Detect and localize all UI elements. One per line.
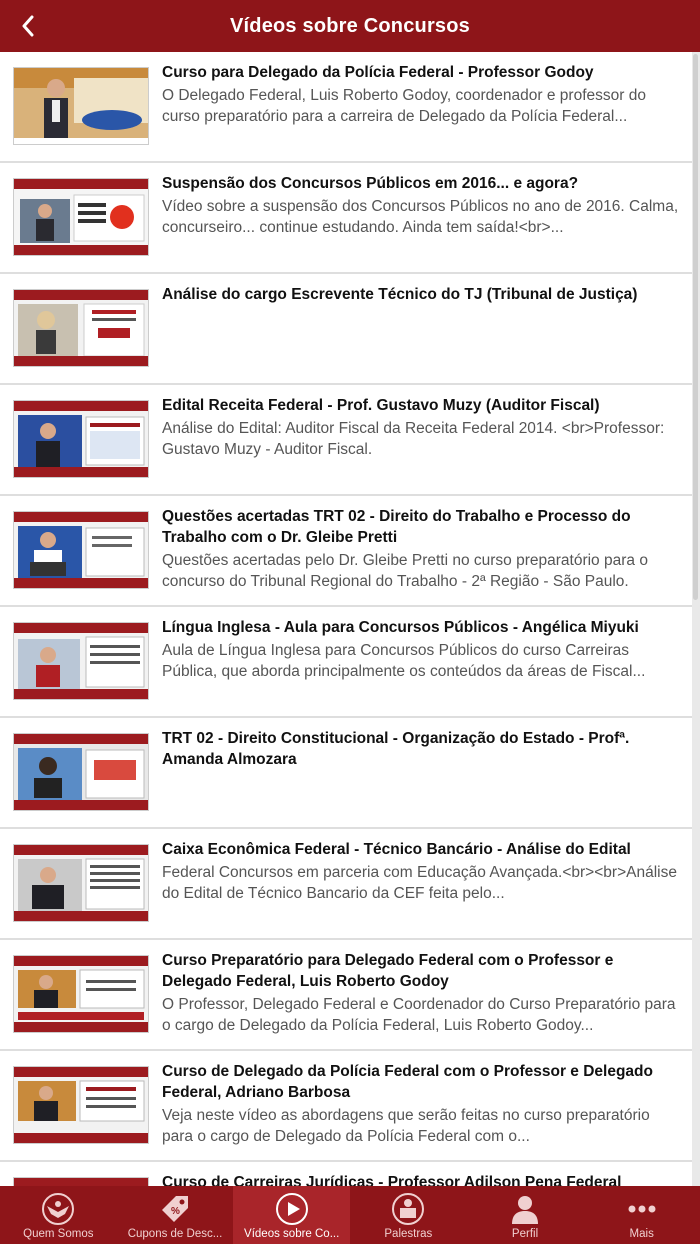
video-title: Questões acertadas TRT 02 - Direito do T… [162,508,631,546]
tab-cupons[interactable]: % Cupons de Desc... [117,1186,234,1244]
video-description: Veja neste vídeo as abordagens que serão… [162,1107,650,1145]
play-icon [275,1193,308,1225]
tab-label: Mais [629,1228,654,1240]
chevron-left-icon [22,15,34,37]
video-list-item[interactable]: Curso de Carreiras Jurídicas - Professor… [0,1162,692,1186]
video-description: Aula de Língua Inglesa para Concursos Pú… [162,642,646,680]
video-description: O Professor, Delegado Federal e Coordena… [162,996,676,1034]
video-list-item[interactable]: Curso de Delegado da Polícia Federal com… [0,1051,692,1162]
video-list-item[interactable]: Edital Receita Federal - Prof. Gustavo M… [0,385,692,496]
video-description: Questões acertadas pelo Dr. Gleibe Prett… [162,552,648,590]
video-list-item[interactable]: TRT 02 - Direito Constitucional - Organi… [0,718,692,829]
tab-bar: Quem Somos % Cupons de Desc... Vídeos so… [0,1186,700,1244]
video-title: Língua Inglesa - Aula para Concursos Púb… [162,619,639,636]
tab-videos[interactable]: Vídeos sobre Co... [233,1186,351,1244]
video-thumbnail [14,1067,148,1143]
video-thumbnail [14,734,148,810]
video-thumbnail [14,68,148,144]
video-description: Análise do Edital: Auditor Fiscal da Rec… [162,420,665,458]
video-title: Análise do cargo Escrevente Técnico do T… [162,286,638,303]
video-title: Curso para Delegado da Polícia Federal -… [162,64,594,81]
tab-palestras[interactable]: Palestras [350,1186,467,1244]
video-thumbnail [14,1178,148,1186]
video-description: Vídeo sobre a suspensão dos Concursos Pú… [162,198,679,236]
video-thumbnail [14,512,148,588]
video-description: O Delegado Federal, Luis Roberto Godoy, … [162,87,646,125]
back-button[interactable] [10,8,46,44]
video-title: Edital Receita Federal - Prof. Gustavo M… [162,397,600,414]
tab-label: Perfil [511,1228,539,1240]
video-description: Federal Concursos em parceria com Educaç… [162,864,677,902]
video-list-item[interactable]: Questões acertadas TRT 02 - Direito do T… [0,496,692,607]
svg-text:%: % [171,1206,180,1217]
video-list-item[interactable]: Língua Inglesa - Aula para Concursos Púb… [0,607,692,718]
video-thumbnail [14,401,148,477]
video-list-item[interactable]: Caixa Econômica Federal - Técnico Bancár… [0,829,692,940]
video-list-item[interactable]: Análise do cargo Escrevente Técnico do T… [0,274,692,385]
nav-header: Vídeos sobre Concursos [0,0,700,52]
page-title: Vídeos sobre Concursos [229,14,470,37]
scrollbar[interactable] [693,54,698,600]
video-title: Curso de Carreiras Jurídicas - Professor… [162,1174,622,1186]
video-title: Caixa Econômica Federal - Técnico Bancár… [162,841,631,858]
video-list-item[interactable]: Suspensão dos Concursos Públicos em 2016… [0,163,692,274]
video-thumbnail [14,623,148,699]
video-thumbnail [14,179,148,255]
video-list[interactable]: Curso para Delegado da Polícia Federal -… [0,52,692,1186]
tab-label: Vídeos sobre Co... [244,1228,340,1240]
tab-quem-somos[interactable]: Quem Somos [0,1186,117,1244]
presenter-icon [392,1193,425,1225]
tab-perfil[interactable]: Perfil [467,1186,584,1244]
person-icon [512,1196,539,1224]
video-list-item[interactable]: Curso Preparatório para Delegado Federal… [0,940,692,1051]
video-thumbnail [14,845,148,921]
tab-label: Palestras [384,1228,433,1240]
tab-mais[interactable]: Mais [583,1186,700,1244]
video-title: TRT 02 - Direito Constitucional - Organi… [162,730,630,768]
video-title: Suspensão dos Concursos Públicos em 2016… [162,175,579,192]
discount-tag-icon: % [162,1196,188,1222]
more-dots-icon [628,1205,656,1213]
video-list-item[interactable]: Curso para Delegado da Polícia Federal -… [0,52,692,163]
video-thumbnail [14,290,148,366]
eagle-badge-icon [42,1193,75,1225]
video-title: Curso Preparatório para Delegado Federal… [162,952,614,990]
tab-label: Cupons de Desc... [127,1228,223,1240]
video-title: Curso de Delegado da Polícia Federal com… [162,1063,653,1101]
video-thumbnail [14,956,148,1032]
tab-label: Quem Somos [23,1228,94,1240]
